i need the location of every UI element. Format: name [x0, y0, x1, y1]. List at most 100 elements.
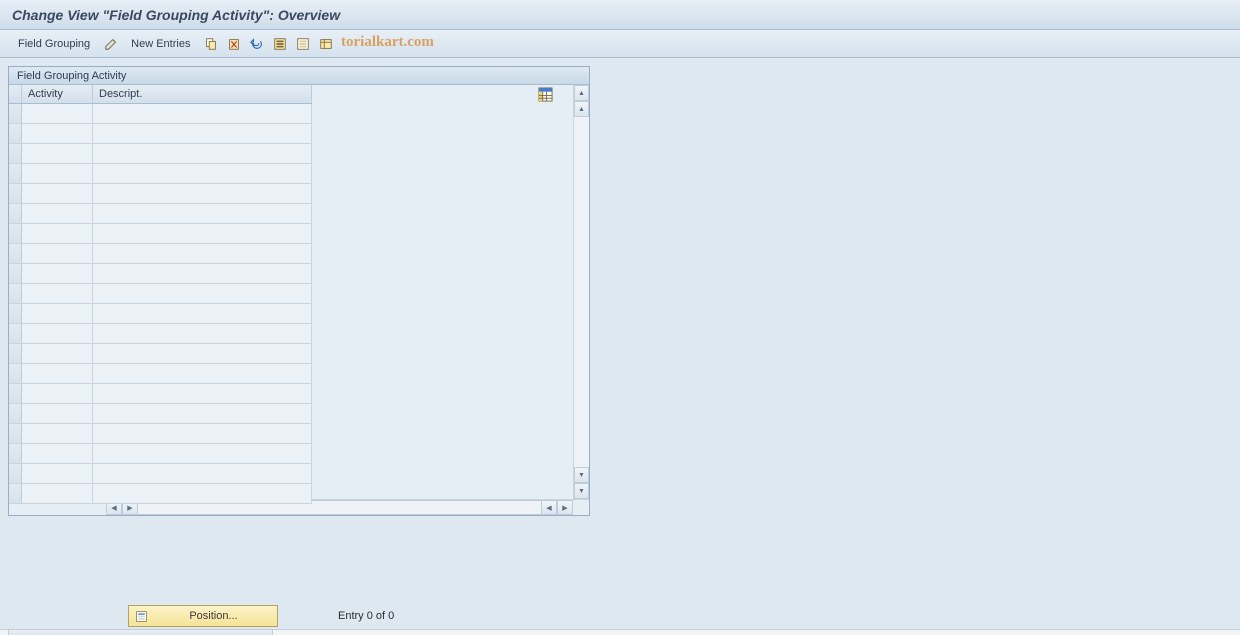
pencil-icon[interactable]	[102, 35, 119, 52]
table-row	[9, 324, 312, 344]
hscroll-corner	[573, 500, 589, 515]
cell-descript[interactable]	[93, 384, 312, 403]
cell-descript[interactable]	[93, 284, 312, 303]
table-settings-icon[interactable]	[317, 35, 334, 52]
row-selector[interactable]	[9, 304, 22, 323]
undo-icon[interactable]	[248, 35, 265, 52]
cell-activity[interactable]	[22, 384, 93, 403]
table-empty-space	[312, 85, 573, 499]
cell-descript[interactable]	[93, 264, 312, 283]
cell-activity[interactable]	[22, 224, 93, 243]
cell-activity[interactable]	[22, 284, 93, 303]
cell-descript[interactable]	[93, 124, 312, 143]
row-selector[interactable]	[9, 384, 22, 403]
row-selector[interactable]	[9, 324, 22, 343]
cell-descript[interactable]	[93, 344, 312, 363]
entry-status: Entry 0 of 0	[338, 610, 394, 622]
cell-activity[interactable]	[22, 444, 93, 463]
cell-activity[interactable]	[22, 264, 93, 283]
cell-descript[interactable]	[93, 444, 312, 463]
table-row	[9, 444, 312, 464]
table-row	[9, 184, 312, 204]
cell-activity[interactable]	[22, 464, 93, 483]
cell-activity[interactable]	[22, 104, 93, 123]
position-button-label: Position...	[156, 610, 271, 622]
row-selector[interactable]	[9, 204, 22, 223]
row-selector[interactable]	[9, 124, 22, 143]
table-layout-icon[interactable]	[538, 87, 553, 102]
cell-activity[interactable]	[22, 304, 93, 323]
cell-activity[interactable]	[22, 124, 93, 143]
cell-activity[interactable]	[22, 424, 93, 443]
cell-activity[interactable]	[22, 344, 93, 363]
table-row	[9, 264, 312, 284]
cell-activity[interactable]	[22, 144, 93, 163]
cell-descript[interactable]	[93, 404, 312, 423]
delete-icon[interactable]	[225, 35, 242, 52]
copy-icon[interactable]	[202, 35, 219, 52]
row-selector[interactable]	[9, 484, 22, 503]
select-all-icon[interactable]	[271, 35, 288, 52]
cell-descript[interactable]	[93, 364, 312, 383]
table-body	[9, 104, 312, 504]
watermark-text: torialkart.com	[341, 34, 434, 51]
row-selector[interactable]	[9, 344, 22, 363]
cell-descript[interactable]	[93, 464, 312, 483]
cell-activity[interactable]	[22, 204, 93, 223]
cell-activity[interactable]	[22, 184, 93, 203]
vertical-scrollbar[interactable]: ▲ ▲ ▼ ▼	[573, 85, 589, 499]
row-selector[interactable]	[9, 264, 22, 283]
cell-activity[interactable]	[22, 324, 93, 343]
toolbar: Field Grouping New Entries torialkart.co…	[0, 30, 1240, 58]
status-segment	[8, 630, 273, 635]
row-selector[interactable]	[9, 164, 22, 183]
cell-descript[interactable]	[93, 244, 312, 263]
scroll-right-icon[interactable]: ▶	[557, 500, 573, 515]
field-grouping-button[interactable]: Field Grouping	[12, 36, 96, 52]
cell-activity[interactable]	[22, 244, 93, 263]
cell-activity[interactable]	[22, 364, 93, 383]
row-selector[interactable]	[9, 144, 22, 163]
cell-descript[interactable]	[93, 324, 312, 343]
cell-descript[interactable]	[93, 224, 312, 243]
deselect-all-icon[interactable]	[294, 35, 311, 52]
scroll-down-icon[interactable]: ▼	[574, 467, 589, 483]
row-selector[interactable]	[9, 364, 22, 383]
cell-descript[interactable]	[93, 184, 312, 203]
row-selector[interactable]	[9, 104, 22, 123]
cell-descript[interactable]	[93, 164, 312, 183]
new-entries-button[interactable]: New Entries	[125, 36, 196, 52]
cell-activity[interactable]	[22, 164, 93, 183]
row-selector[interactable]	[9, 424, 22, 443]
table-row	[9, 384, 312, 404]
cell-activity[interactable]	[22, 484, 93, 503]
row-selector[interactable]	[9, 464, 22, 483]
table-row	[9, 424, 312, 444]
row-selector[interactable]	[9, 444, 22, 463]
position-button[interactable]: Position...	[128, 605, 278, 627]
scroll-up-icon[interactable]: ▲	[574, 85, 589, 101]
cell-descript[interactable]	[93, 144, 312, 163]
row-selector[interactable]	[9, 244, 22, 263]
row-selector-header[interactable]	[9, 85, 22, 103]
row-selector[interactable]	[9, 224, 22, 243]
row-selector[interactable]	[9, 184, 22, 203]
cell-descript[interactable]	[93, 104, 312, 123]
table-row	[9, 204, 312, 224]
scroll-down-icon[interactable]: ▼	[574, 483, 589, 499]
column-header-activity[interactable]: Activity	[22, 85, 93, 103]
row-selector[interactable]	[9, 404, 22, 423]
scroll-left-icon[interactable]: ◀	[541, 500, 557, 515]
cell-activity[interactable]	[22, 404, 93, 423]
scroll-track[interactable]	[574, 117, 589, 467]
cell-descript[interactable]	[93, 424, 312, 443]
content-area: Field Grouping Activity Activity Descrip…	[0, 58, 1240, 635]
title-bar: Change View "Field Grouping Activity": O…	[0, 0, 1240, 30]
table-row	[9, 404, 312, 424]
row-selector[interactable]	[9, 284, 22, 303]
column-header-descript[interactable]: Descript.	[93, 85, 312, 103]
cell-descript[interactable]	[93, 304, 312, 323]
scroll-up-icon[interactable]: ▲	[574, 101, 589, 117]
cell-descript[interactable]	[93, 484, 312, 503]
cell-descript[interactable]	[93, 204, 312, 223]
